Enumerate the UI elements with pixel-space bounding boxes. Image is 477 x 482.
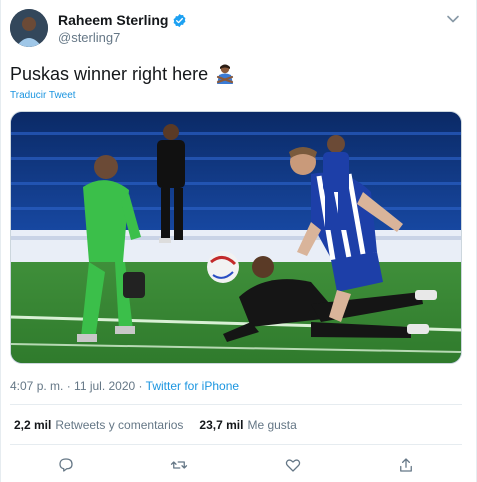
author-name-row: Raheem Sterling (58, 12, 187, 28)
tweet-stats: 2,2 mil Retweets y comentarios 23,7 mil Me… (14, 418, 297, 432)
meta-separator-2: · (135, 379, 146, 393)
divider (10, 444, 462, 445)
tweet-source-link[interactable]: Twitter for iPhone (146, 379, 239, 393)
tweet-card: Raheem Sterling @sterling7 Puskas winner… (0, 0, 477, 482)
likes-count: 23,7 mil (199, 418, 244, 432)
meta-separator: · (63, 379, 75, 393)
likes-stat[interactable]: 23,7 mil Me gusta (199, 418, 296, 432)
divider (10, 404, 462, 405)
retweets-label: Retweets y comentarios (55, 418, 184, 432)
tweet-text-row: Puskas winner right here (10, 62, 236, 86)
verified-badge-icon (174, 13, 186, 27)
likes-label: Me gusta (247, 418, 297, 432)
tweet-meta: 4:07 p. m. · 11 jul. 2020 · Twitter for … (10, 379, 239, 393)
tweet-time[interactable]: 4:07 p. m. (10, 379, 63, 393)
share-icon[interactable] (397, 456, 415, 474)
reply-icon[interactable] (57, 456, 75, 474)
person-gesturing-no-emoji (217, 64, 234, 84)
retweet-icon[interactable] (170, 456, 188, 474)
retweets-count: 2,2 mil (14, 418, 52, 432)
like-icon[interactable] (284, 456, 302, 474)
translate-tweet-link[interactable]: Traducir Tweet (10, 90, 76, 101)
avatar[interactable] (10, 9, 48, 47)
chevron-down-icon[interactable] (446, 12, 460, 26)
tweet-text: Puskas winner right here (10, 64, 209, 84)
author-display-name[interactable]: Raheem Sterling (58, 12, 168, 28)
author-handle[interactable]: @sterling7 (58, 30, 120, 45)
tweet-date[interactable]: 11 jul. 2020 (74, 379, 135, 393)
tweet-image[interactable] (10, 111, 462, 364)
retweets-stat[interactable]: 2,2 mil Retweets y comentarios (14, 418, 183, 432)
tweet-actions (1, 452, 477, 478)
